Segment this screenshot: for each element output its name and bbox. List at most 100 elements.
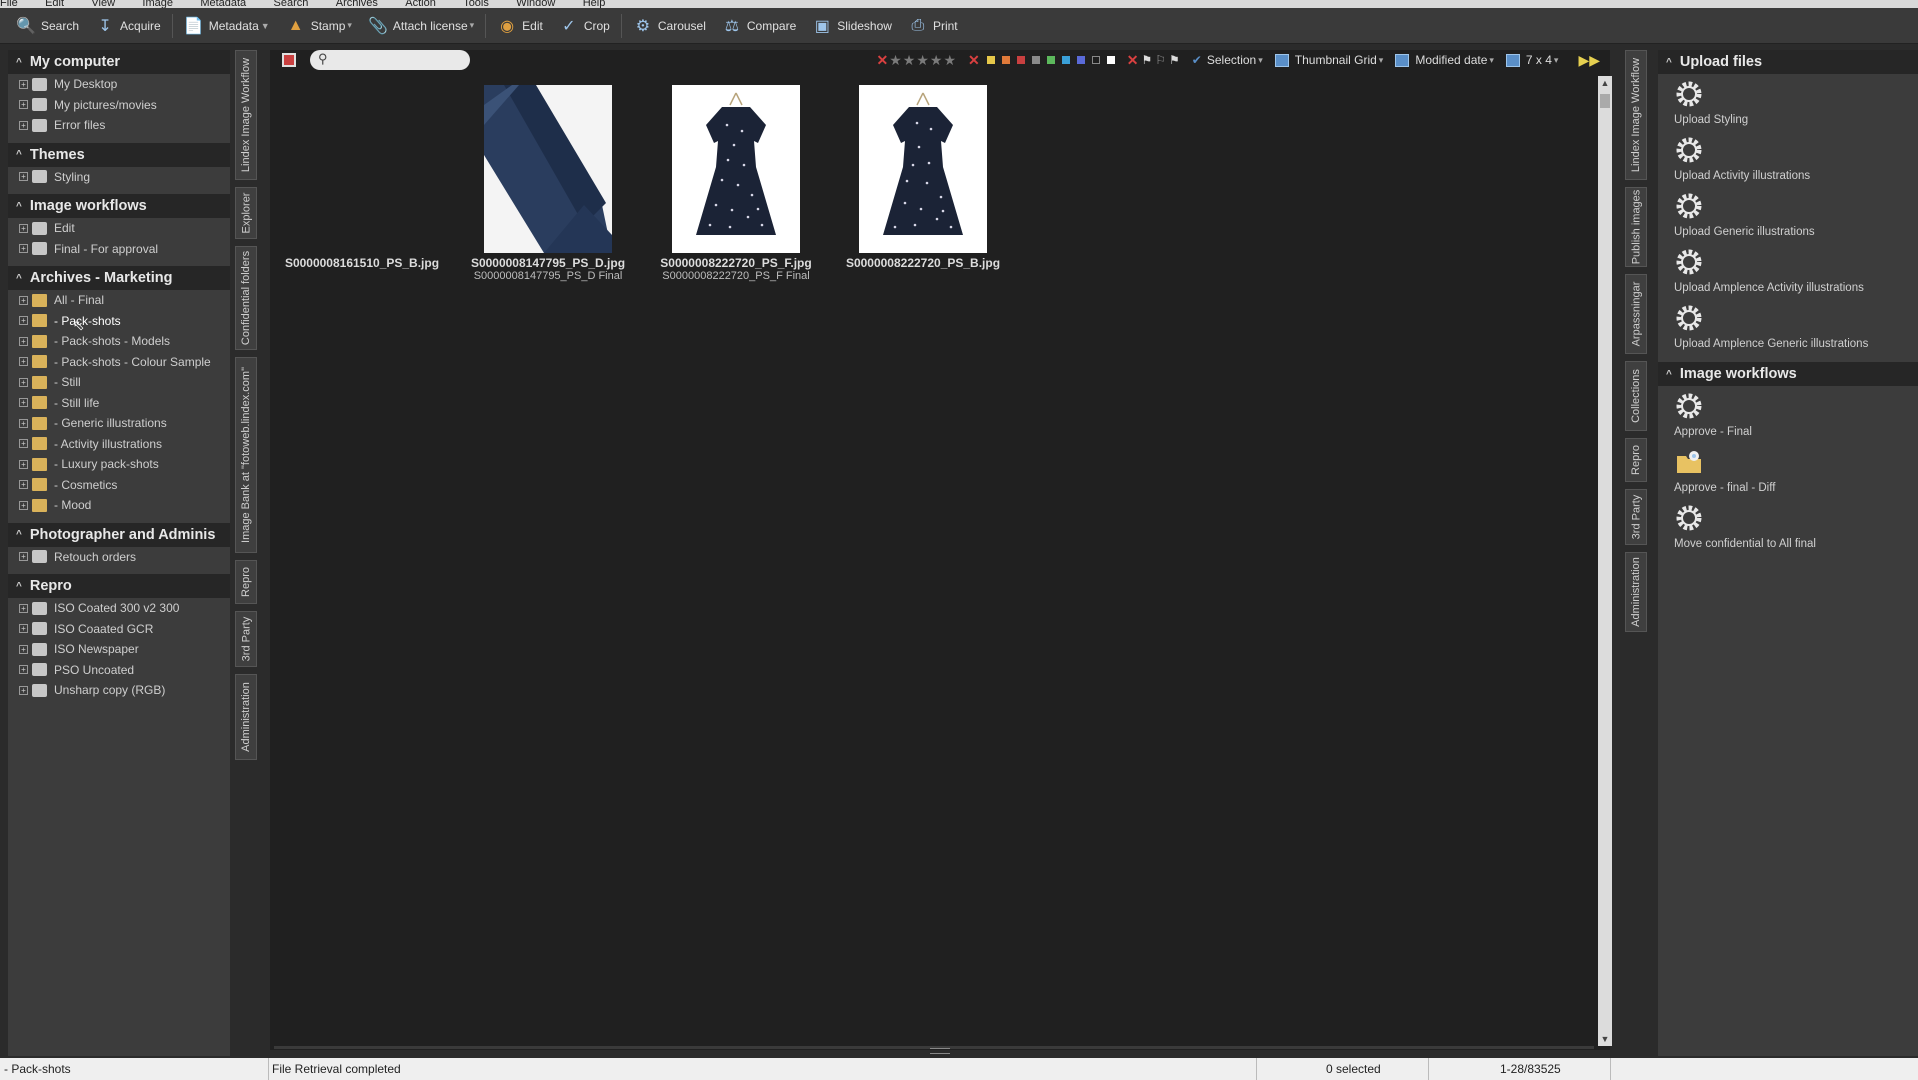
section-header[interactable]: ^ My computer [8,50,230,74]
expand-icon[interactable]: + [19,377,28,387]
tree-item-pack-shots-colour-sample[interactable]: + - Pack-shots - Colour Sample [8,352,230,373]
clear-color-icon[interactable]: ✕ [968,52,980,69]
tree-item-still[interactable]: + - Still [8,372,230,393]
menu-window[interactable]: Window [516,0,555,8]
menu-view[interactable]: View [91,0,115,8]
metadata-button[interactable]: 📄 Metadata ▼ [176,12,278,40]
expand-icon[interactable]: + [19,644,28,654]
chevron-down-icon[interactable]: ▼ [261,21,270,31]
search-button[interactable]: 🔍 Search [8,12,87,40]
action-upload-activity-illustrations[interactable]: Upload Activity illustrations [1658,130,1918,186]
collapse-icon[interactable]: ^ [16,529,22,540]
compare-button[interactable]: ⚖ Compare [714,12,804,40]
action-upload-styling[interactable]: Upload Styling [1658,74,1918,130]
expand-icon[interactable]: + [19,459,28,469]
section-header[interactable]: ^ Repro [8,574,230,598]
color-swatch-black[interactable] [1091,56,1100,64]
attach-license-button[interactable]: 📎 Attach license ▾ [360,12,482,40]
expand-icon[interactable]: + [19,552,28,562]
section-header[interactable]: ^ Image workflows [8,194,230,218]
star-icon[interactable]: ★ [943,52,956,69]
color-swatch-blue[interactable] [1076,56,1085,64]
tree-item-my-desktop[interactable]: + My Desktop [8,74,230,95]
tree-item-mood[interactable]: + - Mood [8,495,230,516]
tree-item-luxury-pack-shots[interactable]: + - Luxury pack-shots [8,454,230,475]
expand-icon[interactable]: + [19,685,28,695]
vtab-administration[interactable]: Administration [1625,552,1647,632]
collapse-icon[interactable]: ^ [16,581,22,592]
color-swatch-yellow[interactable] [986,56,995,64]
expand-icon[interactable]: + [19,665,28,675]
expand-icon[interactable]: + [19,624,28,634]
action-approve-final[interactable]: Approve - Final [1658,386,1918,442]
tree-item-edit[interactable]: + Edit [8,218,230,239]
collapse-icon[interactable]: ^ [16,149,22,160]
star-icon[interactable]: ★ [903,52,916,69]
section-header[interactable]: ^ Photographer and Adminis [8,522,230,547]
expand-icon[interactable]: + [19,295,28,305]
expand-icon[interactable]: + [19,100,28,110]
tree-item-cosmetics[interactable]: + - Cosmetics [8,475,230,496]
expand-icon[interactable]: + [19,79,28,89]
thumbnail-grid-dropdown[interactable]: Thumbnail Grid ▾ [1274,53,1383,67]
star-icon[interactable]: ★ [889,52,902,69]
splitter-grip-icon[interactable] [930,1048,950,1054]
expand-icon[interactable]: + [19,500,28,510]
expand-icon[interactable]: + [19,603,28,613]
color-swatch-cyan[interactable] [1061,56,1070,64]
expand-icon[interactable]: + [19,357,28,367]
menu-file[interactable]: File [0,0,18,8]
tree-item-final-for-approval[interactable]: + Final - For approval [8,239,230,260]
print-button[interactable]: ⎙ Print [900,12,966,40]
collapse-icon[interactable]: ^ [16,57,22,68]
vtab-3rd-party[interactable]: 3rd Party [235,611,257,667]
vtab-image-bank[interactable]: Image Bank at "fotoweb.lindex.com" [235,357,257,553]
chevron-down-icon[interactable]: ▾ [347,20,352,31]
acquire-button[interactable]: ↧ Acquire [87,12,169,40]
tree-item-iso-newspaper[interactable]: + ISO Newspaper [8,639,230,660]
expand-icon[interactable]: + [19,336,28,346]
expand-icon[interactable]: + [19,439,28,449]
collapse-icon[interactable]: ^ [1666,369,1672,380]
vtab-collections[interactable]: Collections [1625,361,1647,431]
menu-search[interactable]: Search [274,0,309,8]
vtab-lindex-image-workflow[interactable]: Lindex Image Workflow [1625,50,1647,180]
sort-dropdown[interactable]: Modified date ▾ [1395,53,1494,67]
collapse-icon[interactable]: ^ [16,201,22,212]
action-approve-final-diff[interactable]: Approve - final - Diff [1658,442,1918,498]
menu-tools[interactable]: Tools [463,0,489,8]
vtab-lindex-image-workflow[interactable]: Lindex Image Workflow [235,50,257,180]
tree-item-all-final[interactable]: + All - Final [8,290,230,311]
section-header[interactable]: ^ Themes [8,142,230,167]
flag-half-icon[interactable]: ⚐ [1155,53,1166,67]
chevron-down-icon[interactable]: ▾ [470,20,475,31]
expand-icon[interactable]: + [19,120,28,130]
expand-icon[interactable]: + [19,316,28,326]
star-icon[interactable]: ★ [930,52,943,69]
collapse-icon[interactable]: ^ [1666,57,1672,68]
menu-edit[interactable]: Edit [45,0,64,8]
tree-item-pack-shots-models[interactable]: + - Pack-shots - Models [8,331,230,352]
vtab-3rd-party[interactable]: 3rd Party [1625,489,1647,545]
tree-item-styling[interactable]: + Styling [8,167,230,188]
thumbnail-item[interactable]: S0000008147795_PS_D.jpg S0000008147795_P… [456,85,636,290]
search-input[interactable]: ⚲ [310,50,470,70]
flag-outline-icon[interactable]: ⚑ [1169,53,1180,67]
tree-item-activity-illustrations[interactable]: + - Activity illustrations [8,434,230,455]
stamp-button[interactable]: ▲ Stamp ▾ [278,12,360,40]
thumbnail-item[interactable]: S0000008222720_PS_B.jpg [831,85,1011,290]
action-move-confidential[interactable]: Move confidential to All final [1658,498,1918,554]
color-swatch-white[interactable] [1106,56,1115,64]
menu-image[interactable]: Image [142,0,173,8]
fast-forward-icon[interactable]: ▶▶ [1578,52,1600,69]
action-upload-generic-illustrations[interactable]: Upload Generic illustrations [1658,186,1918,242]
collapse-icon[interactable]: ^ [16,273,22,284]
tree-item-generic-illustrations[interactable]: + - Generic illustrations [8,413,230,434]
scroll-thumb[interactable] [1600,94,1610,108]
section-header-upload-files[interactable]: ^ Upload files [1658,50,1918,74]
tree-item-iso-coated-300[interactable]: + ISO Coated 300 v2 300 [8,598,230,619]
menu-help[interactable]: Help [583,0,606,8]
section-header[interactable]: ^ Archives - Marketing [8,266,230,290]
tree-item-still-life[interactable]: + - Still life [8,393,230,414]
section-header-image-workflows[interactable]: ^ Image workflows [1658,362,1918,386]
